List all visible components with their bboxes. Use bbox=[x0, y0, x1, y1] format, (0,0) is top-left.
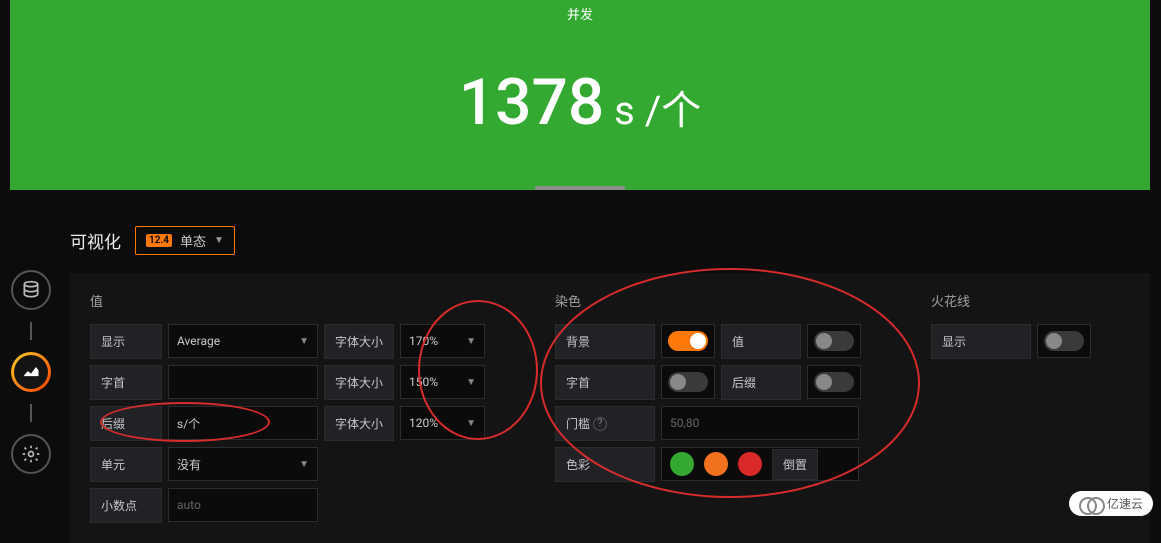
watermark: 亿速云 bbox=[1069, 491, 1153, 516]
panel-editor: 可视化 12.4 单态 ▼ 值 显示 Average▼ 字体大小 170%▼ 字… bbox=[70, 226, 1150, 543]
value-section: 值 显示 Average▼ 字体大小 170%▼ 字首 字体大小 150%▼ 后… bbox=[90, 287, 485, 523]
postfix-color-label: 后缀 bbox=[721, 365, 801, 400]
value-number: 1378 bbox=[459, 65, 605, 140]
options-panel: 值 显示 Average▼ 字体大小 170%▼ 字首 字体大小 150%▼ 后… bbox=[70, 273, 1150, 543]
fontsize-prefix-select[interactable]: 150%▼ bbox=[400, 365, 485, 399]
queries-tab-icon[interactable] bbox=[11, 270, 51, 310]
coloring-section: 染色 背景 值 字首 后缀 门槛 ? 5 bbox=[555, 287, 861, 523]
visualization-section-label: 可视化 bbox=[70, 228, 121, 253]
prefix-color-toggle[interactable] bbox=[668, 372, 708, 392]
help-icon[interactable]: ? bbox=[593, 417, 607, 431]
prefix-label: 字首 bbox=[90, 365, 162, 400]
prefix-color-label: 字首 bbox=[555, 365, 655, 400]
unit-select[interactable]: 没有▼ bbox=[168, 447, 318, 481]
visualization-picker[interactable]: 12.4 单态 ▼ bbox=[135, 226, 235, 255]
color-chip-red[interactable] bbox=[738, 452, 762, 476]
chevron-down-icon: ▼ bbox=[299, 459, 309, 470]
visualization-tab-icon[interactable] bbox=[11, 352, 51, 392]
colors-row: 倒置 bbox=[661, 447, 859, 481]
color-chip-orange[interactable] bbox=[704, 452, 728, 476]
chevron-down-icon: ▼ bbox=[466, 336, 476, 347]
database-icon bbox=[21, 280, 41, 300]
chevron-down-icon: ▼ bbox=[466, 377, 476, 388]
panel-title: 并发 bbox=[10, 0, 1150, 23]
editor-sidebar bbox=[6, 270, 56, 474]
gear-icon bbox=[21, 444, 41, 464]
prefix-input[interactable] bbox=[168, 365, 318, 399]
value-color-toggle[interactable] bbox=[814, 331, 854, 351]
spark-section-title: 火花线 bbox=[931, 287, 1091, 314]
watermark-text: 亿速云 bbox=[1107, 495, 1143, 512]
invert-colors-button[interactable]: 倒置 bbox=[772, 449, 818, 480]
postfix-label: 后缀 bbox=[90, 406, 162, 441]
chart-area-icon bbox=[21, 362, 41, 382]
show-label: 显示 bbox=[90, 324, 162, 359]
coloring-section-title: 染色 bbox=[555, 287, 861, 314]
decimals-input[interactable]: auto bbox=[168, 488, 318, 522]
spark-section: 火花线 显示 bbox=[931, 287, 1091, 523]
chevron-down-icon: ▼ bbox=[299, 336, 309, 347]
editor-header: 可视化 12.4 单态 ▼ bbox=[70, 226, 1150, 273]
panel-value: 1378 s /个 bbox=[10, 65, 1150, 140]
value-color-label: 值 bbox=[721, 324, 801, 359]
postfix-color-toggle[interactable] bbox=[814, 372, 854, 392]
background-toggle[interactable] bbox=[668, 331, 708, 351]
visualization-badge: 12.4 bbox=[146, 234, 172, 247]
panel-preview: 并发 1378 s /个 bbox=[10, 0, 1150, 190]
postfix-input[interactable]: s/个 bbox=[168, 406, 318, 440]
fontsize-label: 字体大小 bbox=[324, 406, 394, 441]
fontsize-postfix-select[interactable]: 120%▼ bbox=[400, 406, 485, 440]
thresholds-label: 门槛 ? bbox=[555, 406, 655, 441]
decimals-label: 小数点 bbox=[90, 488, 162, 523]
chevron-down-icon: ▼ bbox=[466, 418, 476, 429]
colors-label: 色彩 bbox=[555, 447, 655, 482]
fontsize-label: 字体大小 bbox=[324, 324, 394, 359]
fontsize-value-select[interactable]: 170%▼ bbox=[400, 324, 485, 358]
sidebar-divider bbox=[30, 404, 32, 422]
thresholds-input[interactable]: 50,80 bbox=[661, 406, 859, 440]
resize-handle[interactable] bbox=[535, 186, 625, 190]
fontsize-label: 字体大小 bbox=[324, 365, 394, 400]
value-unit: s /个 bbox=[604, 87, 701, 134]
visualization-name: 单态 bbox=[180, 231, 206, 250]
chevron-down-icon: ▼ bbox=[214, 235, 224, 246]
spark-show-label: 显示 bbox=[931, 324, 1031, 359]
sidebar-divider bbox=[30, 322, 32, 340]
background-label: 背景 bbox=[555, 324, 655, 359]
value-section-title: 值 bbox=[90, 287, 485, 314]
color-chip-green[interactable] bbox=[670, 452, 694, 476]
general-tab-icon[interactable] bbox=[11, 434, 51, 474]
cloud-icon bbox=[1079, 497, 1101, 511]
unit-label: 单元 bbox=[90, 447, 162, 482]
spark-show-toggle[interactable] bbox=[1044, 331, 1084, 351]
show-select[interactable]: Average▼ bbox=[168, 324, 318, 358]
